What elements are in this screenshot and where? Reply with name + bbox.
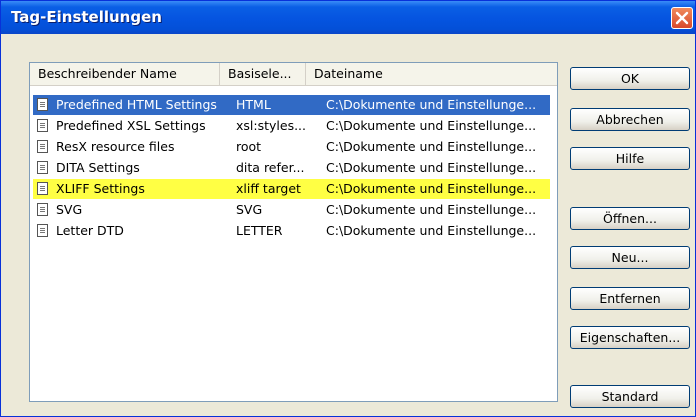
new-button[interactable]: Neu... (570, 246, 690, 269)
document-icon (37, 224, 48, 237)
row-base-element: xsl:styles... (236, 118, 307, 133)
close-icon (675, 11, 689, 25)
row-name: XLIFF Settings (56, 181, 145, 196)
row-name: Letter DTD (56, 223, 124, 238)
row-filename: C:\Dokumente und Einstellunge... (326, 139, 537, 154)
table-row[interactable]: DITA Settings dita refer... C:\Dokumente… (33, 158, 550, 178)
window-title: Tag-Einstellungen (11, 8, 162, 26)
document-icon (37, 98, 48, 111)
default-button[interactable]: Standard (570, 385, 690, 408)
table-row[interactable]: SVG SVG C:\Dokumente und Einstellunge... (33, 200, 550, 220)
row-base-element: xliff target (236, 181, 301, 196)
document-icon (37, 182, 48, 195)
document-icon (37, 161, 48, 174)
column-header-name[interactable]: Beschreibender Name (30, 63, 220, 85)
row-name: Predefined XSL Settings (56, 118, 206, 133)
row-filename: C:\Dokumente und Einstellunge... (326, 97, 537, 112)
tag-settings-dialog: Tag-Einstellungen Beschreibender Name Ba… (0, 0, 696, 417)
row-base-element: LETTER (236, 223, 283, 238)
cancel-button[interactable]: Abbrechen (570, 108, 690, 131)
table-row[interactable]: ResX resource files root C:\Dokumente un… (33, 137, 550, 157)
row-base-element: HTML (236, 97, 271, 112)
help-button[interactable]: Hilfe (570, 147, 690, 170)
column-header-filename[interactable]: Dateiname (306, 63, 557, 85)
ok-button[interactable]: OK (570, 67, 690, 90)
document-icon (37, 119, 48, 132)
open-button[interactable]: Öffnen... (570, 207, 690, 230)
document-icon (37, 140, 48, 153)
title-bar[interactable]: Tag-Einstellungen (1, 1, 695, 34)
row-filename: C:\Dokumente und Einstellunge... (326, 118, 537, 133)
row-filename: C:\Dokumente und Einstellunge... (326, 223, 537, 238)
list-header: Beschreibender Name Basisele... Dateinam… (30, 63, 557, 86)
row-filename: C:\Dokumente und Einstellunge... (326, 181, 537, 196)
column-header-base-element[interactable]: Basisele... (220, 63, 306, 85)
row-name: SVG (56, 202, 83, 217)
row-name: Predefined HTML Settings (56, 97, 217, 112)
table-row[interactable]: Predefined XSL Settings xsl:styles... C:… (33, 116, 550, 136)
tag-settings-list[interactable]: Beschreibender Name Basisele... Dateinam… (29, 62, 558, 402)
row-base-element: dita refer... (236, 160, 305, 175)
table-row[interactable]: Letter DTD LETTER C:\Dokumente und Einst… (33, 221, 550, 241)
row-name: DITA Settings (56, 160, 140, 175)
table-row[interactable]: XLIFF Settings xliff target C:\Dokumente… (33, 179, 550, 199)
close-button[interactable] (671, 7, 693, 29)
document-icon (37, 203, 48, 216)
row-filename: C:\Dokumente und Einstellunge... (326, 202, 537, 217)
row-filename: C:\Dokumente und Einstellunge... (326, 160, 537, 175)
table-row[interactable]: Predefined HTML Settings HTML C:\Dokumen… (33, 95, 550, 115)
row-base-element: root (236, 139, 262, 154)
properties-button[interactable]: Eigenschaften... (570, 326, 690, 349)
remove-button[interactable]: Entfernen (570, 287, 690, 310)
row-base-element: SVG (236, 202, 263, 217)
row-name: ResX resource files (56, 139, 175, 154)
